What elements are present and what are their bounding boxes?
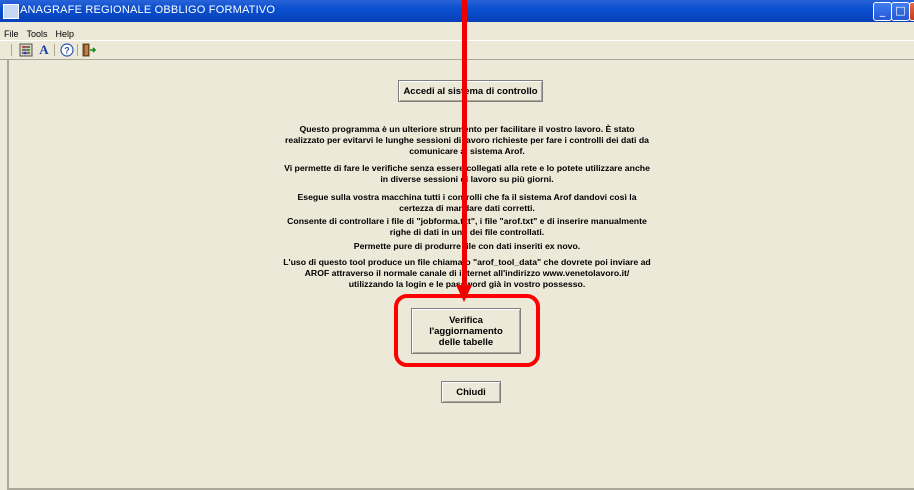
font-icon[interactable]: A bbox=[37, 43, 51, 57]
toolbar: A ? bbox=[0, 40, 914, 60]
window-title: ANAGRAFE REGIONALE OBBLIGO FORMATIVO bbox=[20, 4, 276, 16]
app-window: ANAGRAFE REGIONALE OBBLIGO FORMATIVO _ □… bbox=[0, 0, 914, 490]
help-icon[interactable]: ? bbox=[60, 43, 74, 57]
access-control-button[interactable]: Accedi al sistema di controllo bbox=[398, 80, 543, 102]
checks-paragraph: Esegue sulla vostra macchina tutti i con… bbox=[297, 192, 637, 213]
close-app-button[interactable]: Chiudi bbox=[441, 381, 501, 403]
offline-paragraph: Vi permette di fare le verifiche senza e… bbox=[284, 163, 650, 184]
svg-text:?: ? bbox=[64, 46, 70, 56]
toolbar-separator bbox=[77, 44, 78, 56]
annotation-highlight-box bbox=[394, 294, 540, 367]
exit-icon[interactable] bbox=[82, 43, 97, 57]
produce-paragraph: Permette pure di produrre file con dati … bbox=[353, 241, 581, 251]
maximize-button[interactable]: □ bbox=[891, 2, 910, 21]
menu-bar: File Tools Help bbox=[0, 22, 914, 39]
toolbar-separator bbox=[54, 44, 55, 56]
files-paragraph: Consente di controllare i file di "jobfo… bbox=[287, 216, 647, 237]
annotation-arrow bbox=[462, 0, 467, 292]
menu-help[interactable]: Help bbox=[52, 26, 79, 39]
menu-file[interactable]: File bbox=[0, 26, 23, 39]
app-icon bbox=[3, 4, 19, 19]
settings-icon[interactable] bbox=[19, 43, 33, 57]
toolbar-grip bbox=[11, 44, 12, 56]
intro-paragraph: Questo programma è un ulteriore strument… bbox=[284, 124, 650, 156]
annotation-arrow-head bbox=[456, 285, 472, 302]
close-button[interactable] bbox=[909, 2, 914, 21]
menu-tools[interactable]: Tools bbox=[23, 26, 52, 39]
minimize-button[interactable]: _ bbox=[873, 2, 892, 21]
title-bar[interactable]: ANAGRAFE REGIONALE OBBLIGO FORMATIVO _ □ bbox=[0, 0, 914, 22]
